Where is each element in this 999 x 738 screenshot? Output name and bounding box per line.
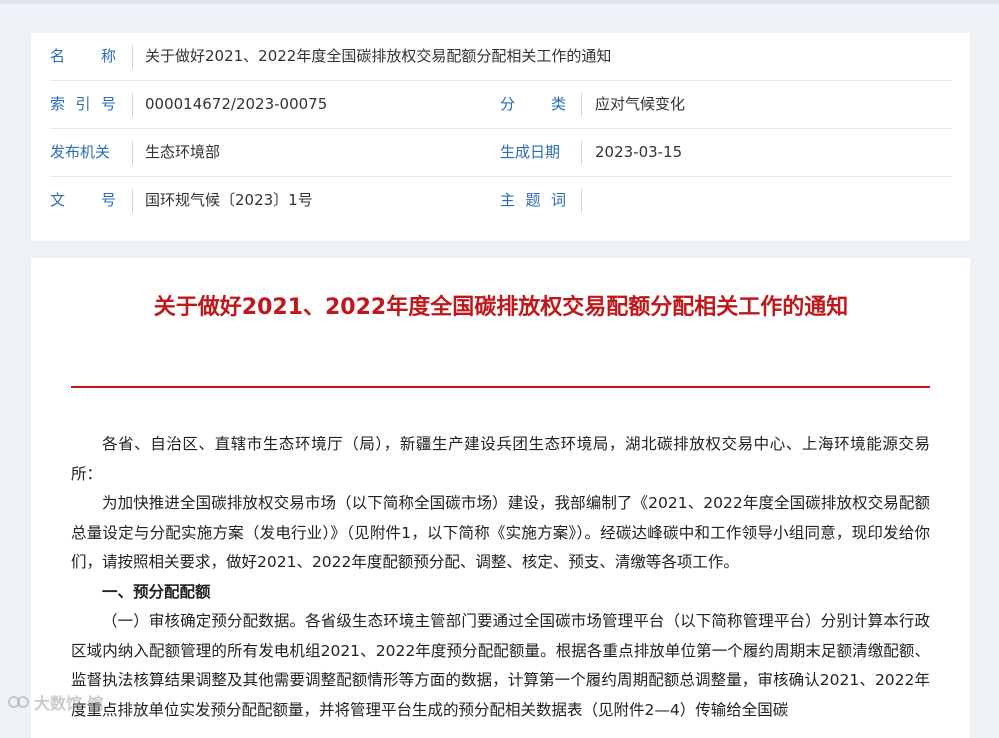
- meta-label-char: 题: [525, 191, 541, 209]
- document-metadata-table: 名 称 关于做好2021、2022年度全国碳排放权交易配额分配相关工作的通知 索…: [31, 33, 970, 241]
- meta-separator: [132, 45, 133, 69]
- article-title: 关于做好2021、2022年度全国碳排放权交易配额分配相关工作的通知: [153, 295, 849, 320]
- meta-label-char: 称: [100, 47, 116, 65]
- meta-label-subject: 主 题 词: [500, 177, 566, 223]
- meta-separator: [581, 93, 582, 117]
- meta-row-docnumber: 文 号 国环规气候〔2023〕1号 主 题 词: [50, 177, 951, 224]
- meta-value-category: 应对气候变化: [595, 95, 686, 113]
- meta-value-docnumber: 国环规气候〔2023〕1号: [145, 191, 313, 209]
- article-paragraph: 各省、自治区、直辖市生态环境厅（局），新疆生产建设兵团生态环境局，湖北碳排放权交…: [71, 435, 930, 483]
- meta-value-issuer: 生态环境部: [145, 143, 221, 161]
- meta-label-char: 主: [500, 191, 516, 209]
- article-paragraph: 为加快推进全国碳排放权交易市场（以下简称全国碳市场）建设，我部编制了《2021、…: [71, 494, 930, 571]
- watermark-text: 大数馆 馆: [34, 694, 104, 713]
- watermark-icon: [8, 696, 29, 708]
- meta-label-date: 生成日期: [500, 143, 561, 161]
- meta-value-index: 000014672/2023-00075: [145, 95, 328, 113]
- meta-separator: [132, 93, 133, 117]
- article-card: 关于做好2021、2022年度全国碳排放权交易配额分配相关工作的通知 各省、自治…: [31, 258, 970, 738]
- meta-label-char: 文: [50, 191, 66, 209]
- meta-label-char: 名: [50, 47, 66, 65]
- meta-value-date: 2023-03-15: [595, 143, 683, 161]
- top-border: [0, 0, 999, 4]
- watermark-logo: 大数馆 馆: [8, 690, 104, 714]
- meta-label-name: 名 称: [50, 33, 116, 79]
- meta-label-char: 索: [50, 95, 66, 113]
- meta-label-char: 分: [500, 95, 516, 113]
- meta-row-issuer: 发布机关 生态环境部 生成日期 2023-03-15: [50, 129, 951, 177]
- meta-separator: [581, 141, 582, 165]
- meta-value-name: 关于做好2021、2022年度全国碳排放权交易配额分配相关工作的通知: [145, 47, 612, 65]
- meta-label-char: 号: [100, 95, 116, 113]
- meta-row-name: 名 称 关于做好2021、2022年度全国碳排放权交易配额分配相关工作的通知: [50, 33, 951, 81]
- section-heading: 一、预分配配额: [102, 582, 211, 601]
- meta-label-char: 号: [100, 191, 116, 209]
- meta-label-index: 索 引 号: [50, 81, 116, 127]
- meta-label-category: 分 类: [500, 81, 566, 127]
- meta-label-docnumber: 文 号: [50, 177, 116, 223]
- meta-label-issuer: 发布机关: [50, 143, 111, 161]
- meta-separator: [132, 141, 133, 165]
- article-body: 各省、自治区、直辖市生态环境厅（局），新疆生产建设兵团生态环境局，湖北碳排放权交…: [71, 430, 930, 725]
- meta-label-char: 类: [550, 95, 566, 113]
- meta-separator: [132, 189, 133, 213]
- title-divider: [71, 386, 930, 388]
- meta-row-index: 索 引 号 000014672/2023-00075 分 类 应对气候变化: [50, 81, 951, 129]
- meta-label-char: 词: [550, 191, 566, 209]
- article-paragraph: （一）审核确定预分配数据。各省级生态环境主管部门要通过全国碳市场管理平台（以下简…: [71, 612, 930, 719]
- meta-label-char: 引: [75, 95, 91, 113]
- meta-separator: [581, 189, 582, 213]
